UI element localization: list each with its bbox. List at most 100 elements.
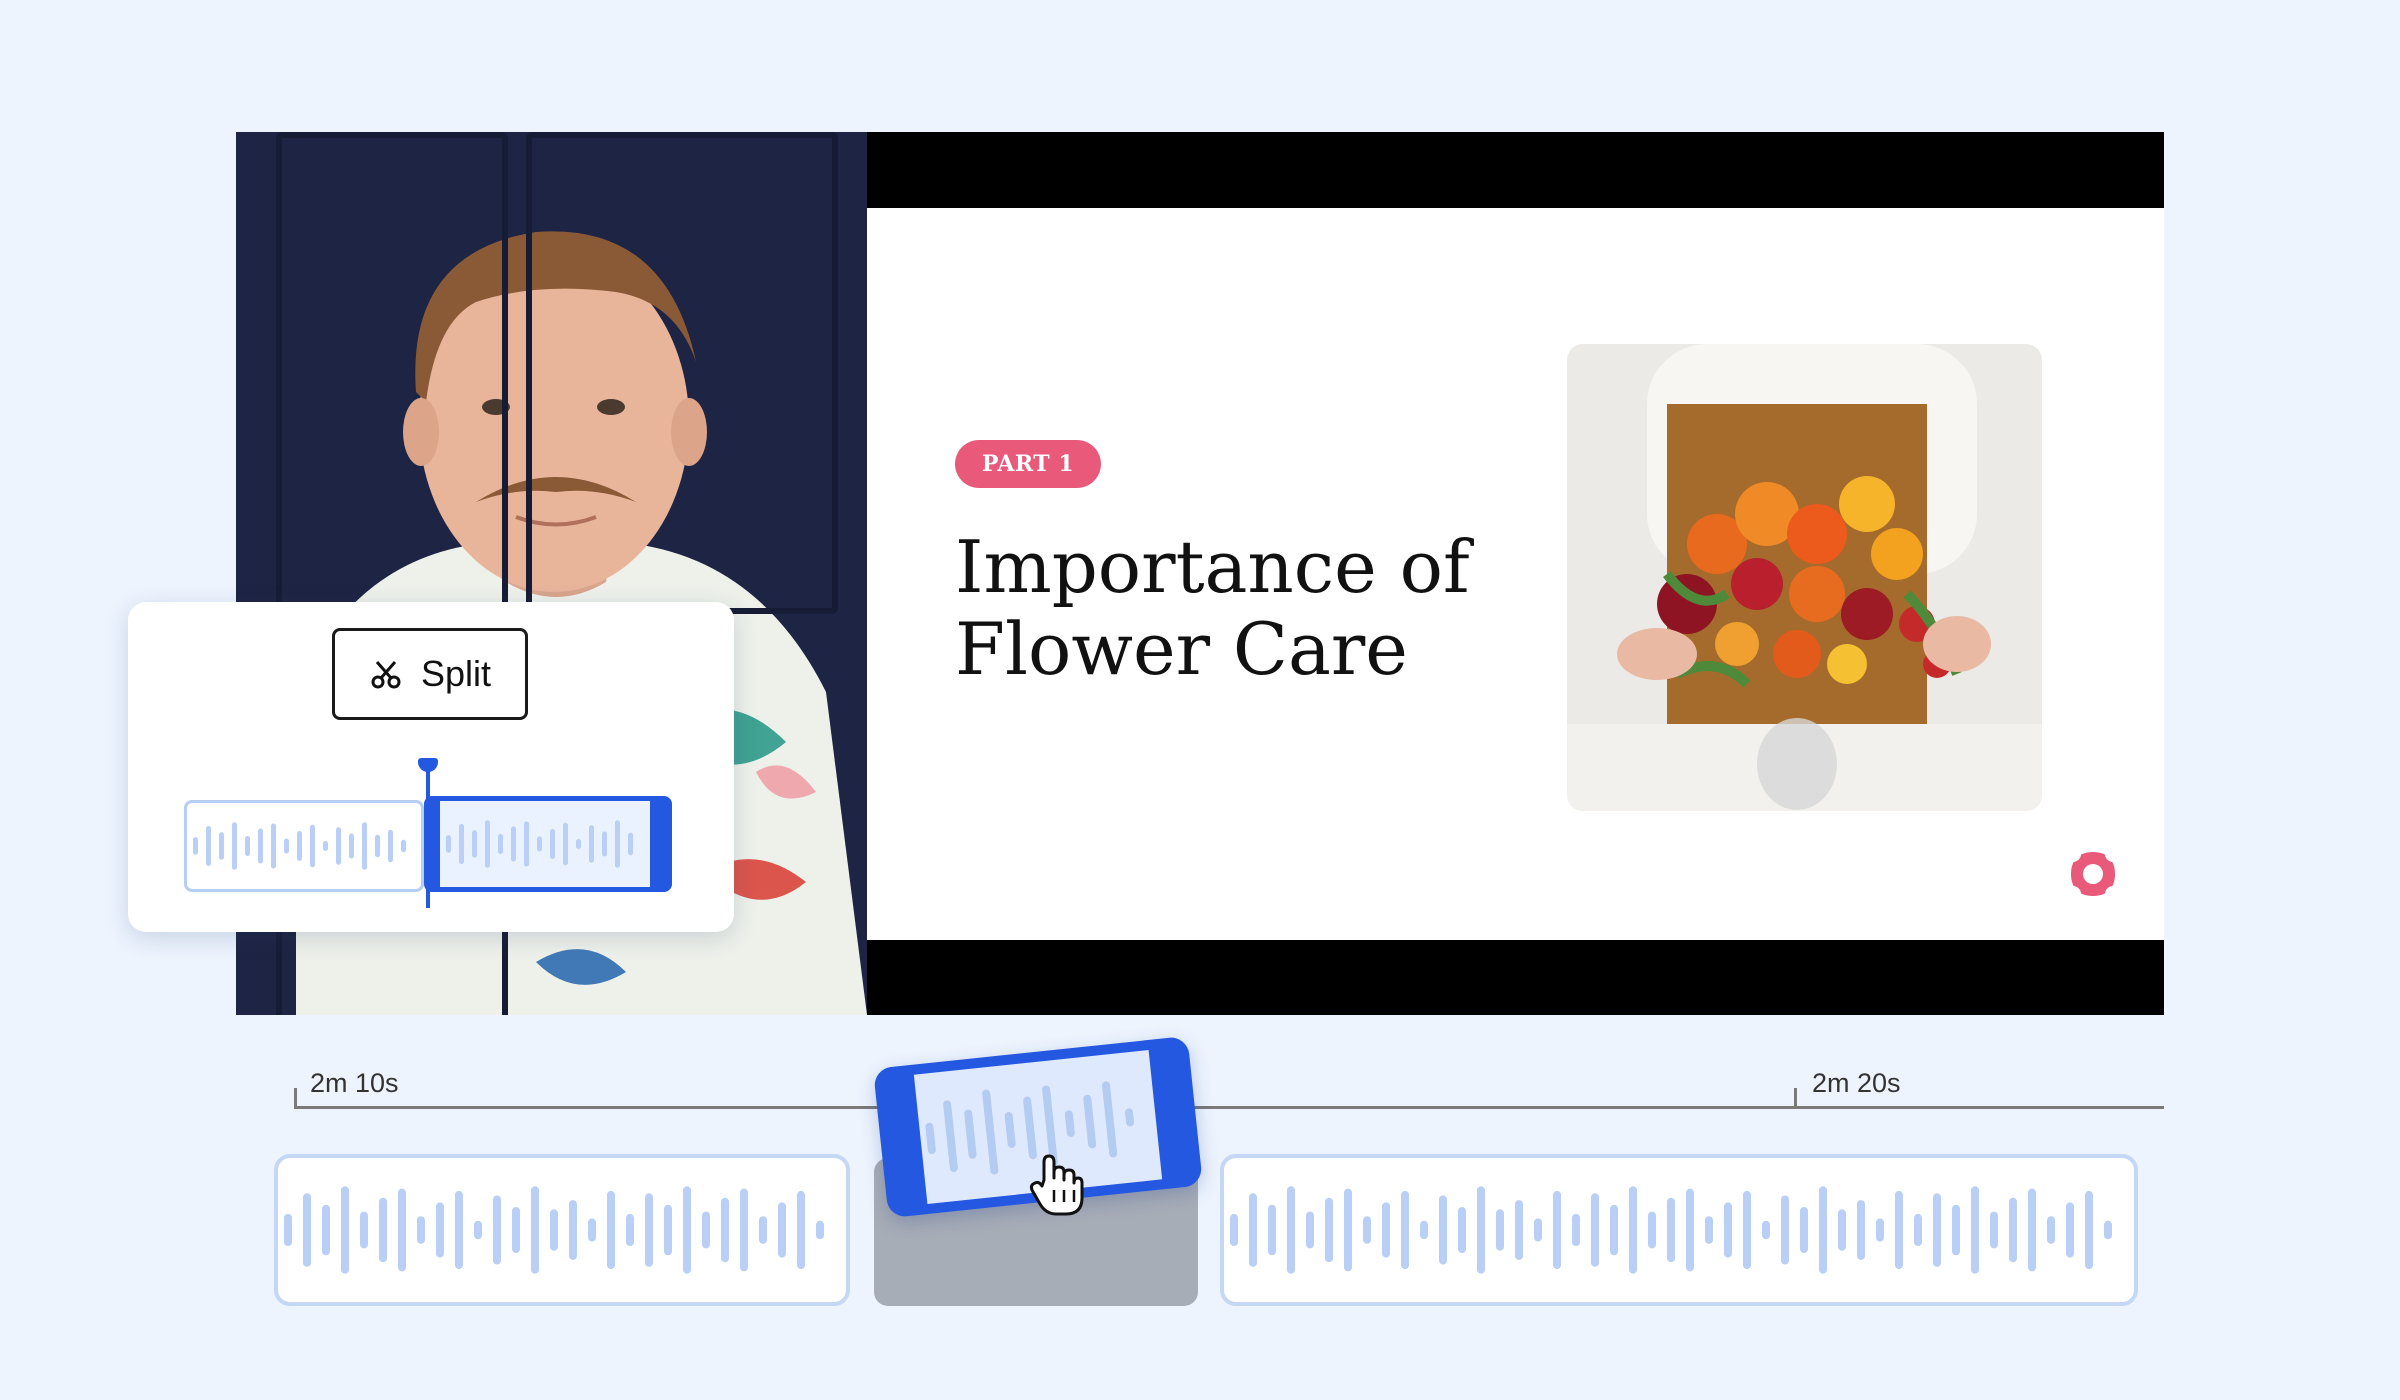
waveform-bar (1004, 1112, 1016, 1148)
waveform-bar (1064, 1110, 1075, 1138)
waveform-bar (576, 839, 581, 849)
waveform-bar (1420, 1220, 1428, 1240)
waveform-bar (1572, 1213, 1580, 1247)
waveform-bar (683, 1186, 691, 1274)
waveform-bar (607, 1190, 615, 1270)
waveform-bar (498, 834, 503, 854)
waveform-bar (964, 1109, 977, 1159)
presentation-slide: PART 1 Importance of Flower Care (867, 208, 2164, 940)
waveform-bar (297, 831, 302, 861)
slide-title: Importance of Flower Care (955, 526, 1555, 690)
waveform-bar (925, 1122, 936, 1154)
waveform-bar (1477, 1186, 1485, 1274)
waveform-bar (485, 820, 490, 868)
waveform-bar (310, 824, 315, 868)
waveform-bar (1534, 1218, 1542, 1242)
waveform-bar (602, 831, 607, 857)
waveform-bar (1515, 1200, 1523, 1260)
waveform-bar (493, 1195, 501, 1265)
waveform-bar (628, 832, 633, 856)
waveform-bar (219, 832, 224, 860)
waveform-bar (474, 1220, 482, 1240)
waveform-bar (759, 1216, 767, 1244)
waveform-bar (323, 841, 328, 851)
waveform-bar (1325, 1197, 1333, 1263)
waveform-bar (336, 827, 341, 865)
waveform (446, 820, 633, 868)
waveform-bar (1249, 1193, 1257, 1267)
waveform-bar (524, 821, 529, 867)
waveform-bar (537, 836, 542, 852)
waveform-bar (1743, 1190, 1751, 1270)
waveform-bar (512, 1207, 520, 1253)
background-door-panel (276, 132, 508, 614)
waveform-bar (1083, 1094, 1097, 1149)
waveform-bar (1591, 1193, 1599, 1267)
waveform-bar (1230, 1213, 1238, 1247)
split-panel: Split (128, 602, 734, 932)
waveform-bar (778, 1202, 786, 1258)
waveform-bar (1933, 1193, 1941, 1267)
waveform-bar (417, 1216, 425, 1244)
slide-title-line-1: Importance of (955, 525, 1470, 609)
waveform-bar (1553, 1190, 1561, 1270)
waveform-bar (303, 1193, 311, 1267)
waveform-bar (664, 1204, 672, 1256)
waveform-bar (1857, 1200, 1865, 1260)
waveform-bar (569, 1200, 577, 1260)
waveform-bar (550, 829, 555, 859)
waveform-bar (1781, 1195, 1789, 1265)
waveform-bar (1876, 1218, 1884, 1242)
waveform-bar (816, 1220, 824, 1240)
timeline-clip[interactable] (1220, 1154, 2138, 1306)
waveform-bar (943, 1100, 958, 1173)
part-badge: PART 1 (955, 440, 1101, 488)
waveform-bar (375, 834, 380, 858)
waveform-bar (2009, 1197, 2017, 1263)
waveform-bar (1990, 1211, 1998, 1249)
waveform (1230, 1186, 2112, 1274)
waveform-bar (1344, 1188, 1352, 1272)
waveform-bar (1971, 1186, 1979, 1274)
waveform-bar (1102, 1081, 1118, 1158)
waveform-bar (1401, 1190, 1409, 1270)
clip-segment-right-selected[interactable] (424, 796, 672, 892)
waveform-bar (2104, 1220, 2112, 1240)
waveform-bar (1819, 1186, 1827, 1274)
waveform-bar (258, 828, 263, 864)
brand-logo-icon (2067, 848, 2119, 900)
playhead[interactable] (426, 760, 430, 908)
waveform-bar (1439, 1195, 1447, 1265)
waveform-bar (797, 1190, 805, 1270)
waveform-bar (1762, 1220, 1770, 1240)
timeline-clip[interactable] (274, 1154, 850, 1306)
waveform-bar (362, 822, 367, 870)
waveform-bar (2085, 1190, 2093, 1270)
timeline-ruler (294, 1106, 2164, 1109)
flower-bouquet-image (1567, 344, 2042, 811)
waveform-bar (550, 1209, 558, 1251)
waveform-bar (232, 822, 237, 870)
background-door-panel (526, 132, 838, 614)
waveform-bar (284, 838, 289, 854)
waveform-bar (1496, 1209, 1504, 1251)
split-button[interactable]: Split (332, 628, 528, 720)
waveform-bar (588, 1218, 596, 1242)
waveform-bar (2028, 1188, 2036, 1272)
waveform-bar (1705, 1216, 1713, 1244)
waveform-bar (1458, 1207, 1466, 1253)
waveform-bar (271, 823, 276, 869)
waveform-bar (401, 839, 406, 853)
waveform-bar (721, 1197, 729, 1263)
waveform-bar (1629, 1186, 1637, 1274)
waveform-bar (702, 1211, 710, 1249)
waveform-bar (1800, 1207, 1808, 1253)
clip-segment-left[interactable] (184, 800, 424, 892)
waveform-bar (379, 1197, 387, 1263)
waveform-bar (1287, 1186, 1295, 1274)
waveform-bar (589, 825, 594, 863)
waveform-bar (1952, 1204, 1960, 1256)
waveform-bar (459, 824, 464, 864)
timeline-tick (294, 1088, 297, 1108)
waveform-bar (2047, 1216, 2055, 1244)
